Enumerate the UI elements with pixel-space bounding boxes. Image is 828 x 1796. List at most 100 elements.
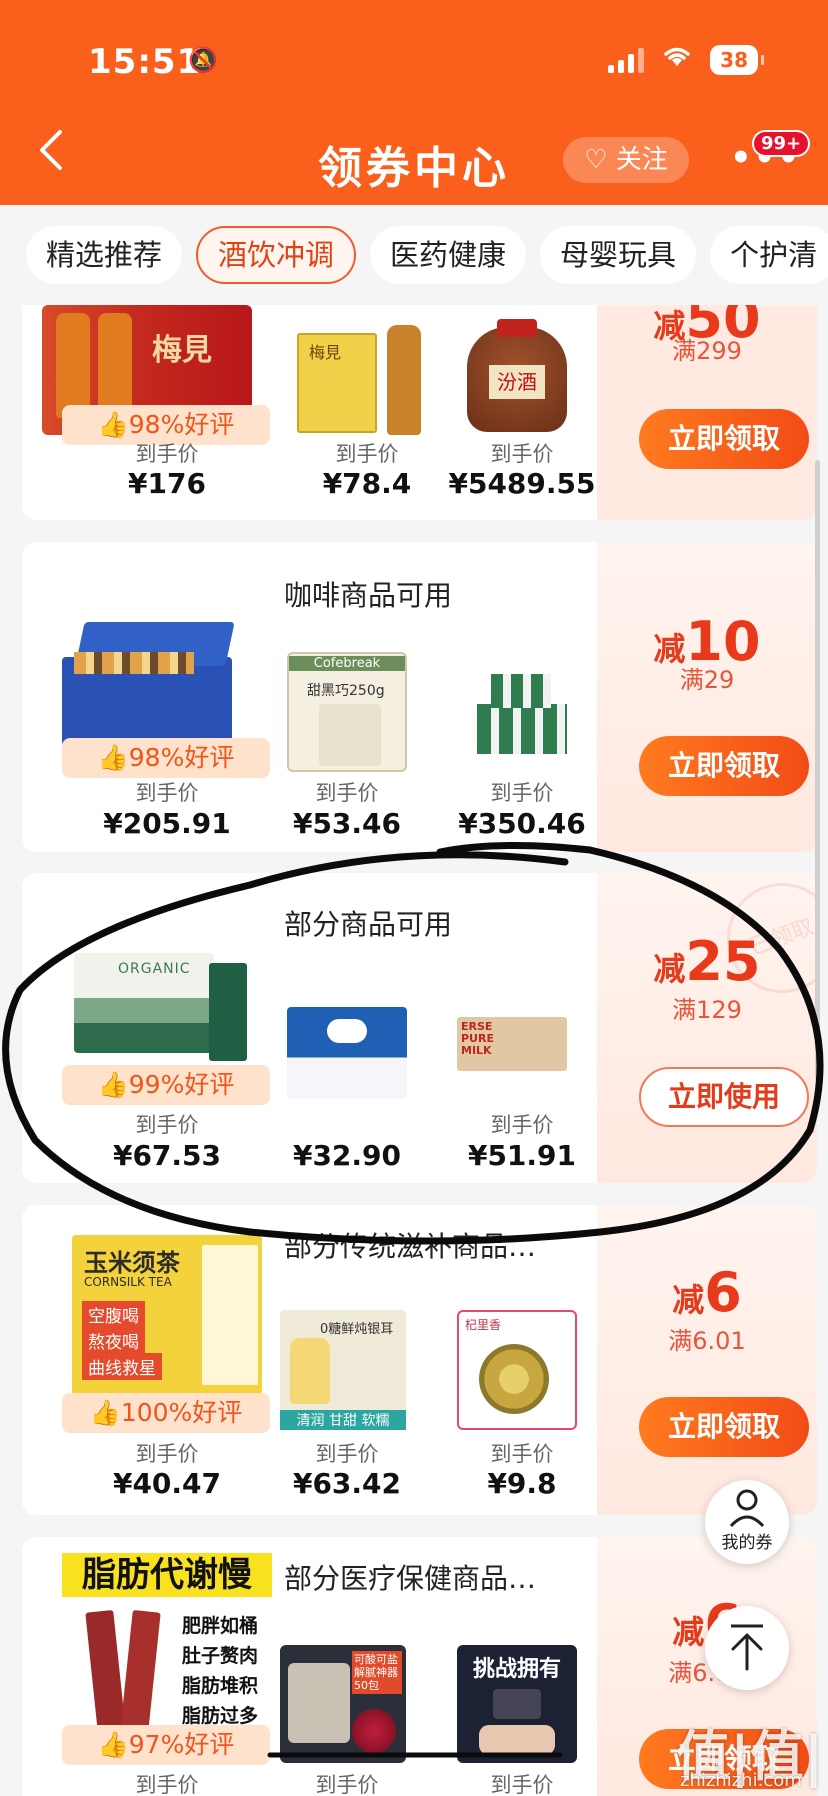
scrollbar[interactable] (815, 460, 820, 1080)
claim-coupon-button[interactable]: 立即领取 (639, 736, 809, 796)
product-item[interactable]: 玉米须茶 CORNSILK TEA 空腹喝 熬夜喝 曲线救星 👍100%好评 到… (42, 1205, 272, 1515)
watermark-domain: zhizhizhi.com (680, 1770, 802, 1791)
product-price: ¥67.53 (112, 1139, 222, 1172)
coupon-action-panel: 减50 满299 立即领取 (597, 305, 817, 520)
product-item[interactable]: ERSE PURE MILK 到手价 ¥51.91 (432, 913, 612, 1183)
challenge-label: 挑战拥有 (472, 1657, 561, 1682)
thumbs-up-icon: 👍 (97, 743, 129, 772)
arrow-up-icon (731, 1624, 763, 1671)
status-indicators: 38 (608, 44, 764, 75)
product-item[interactable]: 👍98%好评 到手价 ¥205.91 (42, 582, 272, 852)
product-price: ¥205.91 (103, 807, 231, 840)
fenjiu-label: 汾酒 (489, 365, 545, 399)
tab-featured[interactable]: 精选推荐 (26, 226, 183, 284)
price-label: 到手价 (490, 1442, 554, 1466)
my-coupons-label: 我的券 (721, 1533, 773, 1553)
product-image: Cofebreak 甜黑巧250g (287, 652, 407, 772)
coupon-products: 部分传统滋补商品… 玉米须茶 CORNSILK TEA 空腹喝 熬夜喝 曲线救星… (22, 1205, 597, 1515)
product-image: 挑战拥有 (457, 1645, 577, 1763)
price-label: 到手价 (490, 1773, 554, 1796)
product-item[interactable]: 到手价 ¥350.46 (432, 582, 612, 852)
coupon-action-panel: 减6 满6.01 立即领取 (597, 1205, 817, 1515)
product-item[interactable]: ORGANIC 👍99%好评 到手价 ¥67.53 (42, 913, 272, 1183)
product-price: ¥63.42 (292, 1467, 402, 1500)
cornsilk-subtitle: CORNSILK TEA (84, 1275, 172, 1289)
claim-coupon-button[interactable]: 立即领取 (639, 409, 809, 469)
tab-medicine-health[interactable]: 医药健康 (370, 226, 527, 284)
price-label: 到手价 (315, 781, 379, 805)
price-label: 到手价 (335, 442, 399, 466)
product-price: ¥78.4 (322, 467, 412, 500)
category-tabs: 精选推荐 酒饮冲调 医药健康 母婴玩具 个护清 (0, 205, 828, 305)
wifi-icon (662, 44, 692, 75)
rating-badge: 👍97%好评 (62, 1725, 270, 1765)
coupon-amount: 减25 (653, 930, 761, 993)
back-to-top-button[interactable] (705, 1606, 789, 1690)
price-label: 到手价 (315, 1442, 379, 1466)
product-item[interactable]: 杞里香 到手价 ¥9.8 (432, 1205, 612, 1515)
coffee-brand: Cofebreak (289, 656, 405, 671)
product-item[interactable]: 0糖鲜炖银耳 清润 甘甜 软糯 到手价 ¥63.42 (277, 1205, 457, 1515)
fat-title: 脂肪代谢慢 (62, 1553, 272, 1597)
user-icon (729, 1489, 765, 1528)
coupon-card: 梅見 👍98%好评 到手价 ¥176 梅見 到手价 ¥78.4 汾酒 到手价 ¥… (22, 305, 817, 520)
product-item[interactable]: Cofebreak 甜黑巧250g 到手价 ¥53.46 (277, 582, 457, 852)
coupon-products: 部分医疗保健商品… 脂肪代谢慢 肥胖如桶 肚子赘肉 脂肪堆积 脂肪过多 👍97%… (22, 1537, 597, 1796)
product-item[interactable]: 梅見 到手价 ¥78.4 (277, 305, 457, 520)
product-image: 脂肪代谢慢 肥胖如桶 肚子赘肉 脂肪堆积 脂肪过多 (62, 1553, 272, 1753)
product-image: 0糖鲜炖银耳 清润 甘甜 软糯 (280, 1310, 406, 1430)
battery-indicator: 38 (710, 44, 764, 75)
product-item[interactable]: 梅見 👍98%好评 到手价 ¥176 (42, 305, 272, 520)
header-bar: 15:51 🔕 38 领券中心 ♡ 关注 ••• 99+ (0, 0, 828, 205)
product-item[interactable]: 挑战拥有 到手价 (432, 1537, 612, 1796)
meijian-label: 梅見 (152, 333, 212, 368)
product-price: ¥40.47 (112, 1467, 222, 1500)
status-time: 15:51 (88, 42, 202, 82)
notification-badge: 99+ (752, 130, 811, 157)
rating-badge: 👍99%好评 (62, 1065, 270, 1105)
tremella-tags: 清润 甘甜 软糯 (280, 1410, 406, 1430)
thumbs-up-icon: 👍 (97, 1730, 129, 1759)
claim-coupon-button[interactable]: 立即领取 (639, 1397, 809, 1457)
product-image: ORGANIC (74, 953, 254, 1063)
product-item[interactable]: 脂肪代谢慢 肥胖如桶 肚子赘肉 脂肪堆积 脂肪过多 👍97%好评 到手价 (42, 1537, 272, 1796)
price-label: 到手价 (135, 1442, 199, 1466)
product-price: ¥176 (128, 467, 206, 500)
product-price: ¥32.90 (292, 1139, 402, 1172)
price-label: 到手价 (135, 442, 199, 466)
price-label: 到手价 (315, 1773, 379, 1796)
tab-mother-baby-toys[interactable]: 母婴玩具 (540, 226, 697, 284)
follow-button[interactable]: ♡ 关注 (563, 137, 689, 183)
cornsilk-title: 玉米须茶 (84, 1249, 180, 1277)
coupon-condition: 满129 (672, 996, 742, 1024)
tab-drinks[interactable]: 酒饮冲调 (196, 226, 357, 284)
product-item[interactable]: 可酸可盐 解腻神器 50包 到手价 (277, 1537, 457, 1796)
thumbs-up-icon: 👍 (89, 1398, 121, 1427)
follow-label: 关注 (615, 145, 668, 175)
product-image: 汾酒 (467, 319, 567, 432)
product-price: ¥9.8 (487, 1467, 557, 1500)
coupon-products: 部分商品可用 ORGANIC 👍99%好评 到手价 ¥67.53 ¥32.90 … (22, 873, 597, 1183)
thumbs-up-icon: 👍 (97, 410, 129, 439)
rating-badge: 👍98%好评 (62, 738, 270, 778)
product-image (287, 1007, 407, 1099)
product-image: 玉米须茶 CORNSILK TEA 空腹喝 熬夜喝 曲线救星 (72, 1235, 262, 1395)
my-coupons-button[interactable]: 我的券 (705, 1480, 789, 1564)
product-price: ¥350.46 (458, 807, 586, 840)
product-price: ¥5489.55 (448, 467, 596, 500)
product-item[interactable]: 汾酒 到手价 ¥5489.55 (432, 305, 612, 520)
product-image: 杞里香 (457, 1310, 577, 1430)
price-label: 到手价 (135, 781, 199, 805)
thumbs-up-icon: 👍 (97, 1070, 129, 1099)
product-image: ERSE PURE MILK (457, 1017, 567, 1071)
use-coupon-button[interactable]: 立即使用 (639, 1067, 809, 1127)
coupon-card: 部分商品可用 ORGANIC 👍99%好评 到手价 ¥67.53 ¥32.90 … (22, 873, 817, 1183)
jiyin-label: 杞里香 (465, 1318, 502, 1332)
organic-label: ORGANIC (118, 961, 191, 977)
product-item[interactable]: ¥32.90 (277, 913, 457, 1183)
product-image: 梅見 (297, 325, 437, 435)
coupon-amount: 减6 (672, 1261, 742, 1324)
coupon-products: 咖啡商品可用 👍98%好评 到手价 ¥205.91 Cofebreak 甜黑巧2… (22, 542, 597, 852)
tab-personal-care[interactable]: 个护清 (710, 226, 828, 284)
product-image (477, 674, 567, 754)
